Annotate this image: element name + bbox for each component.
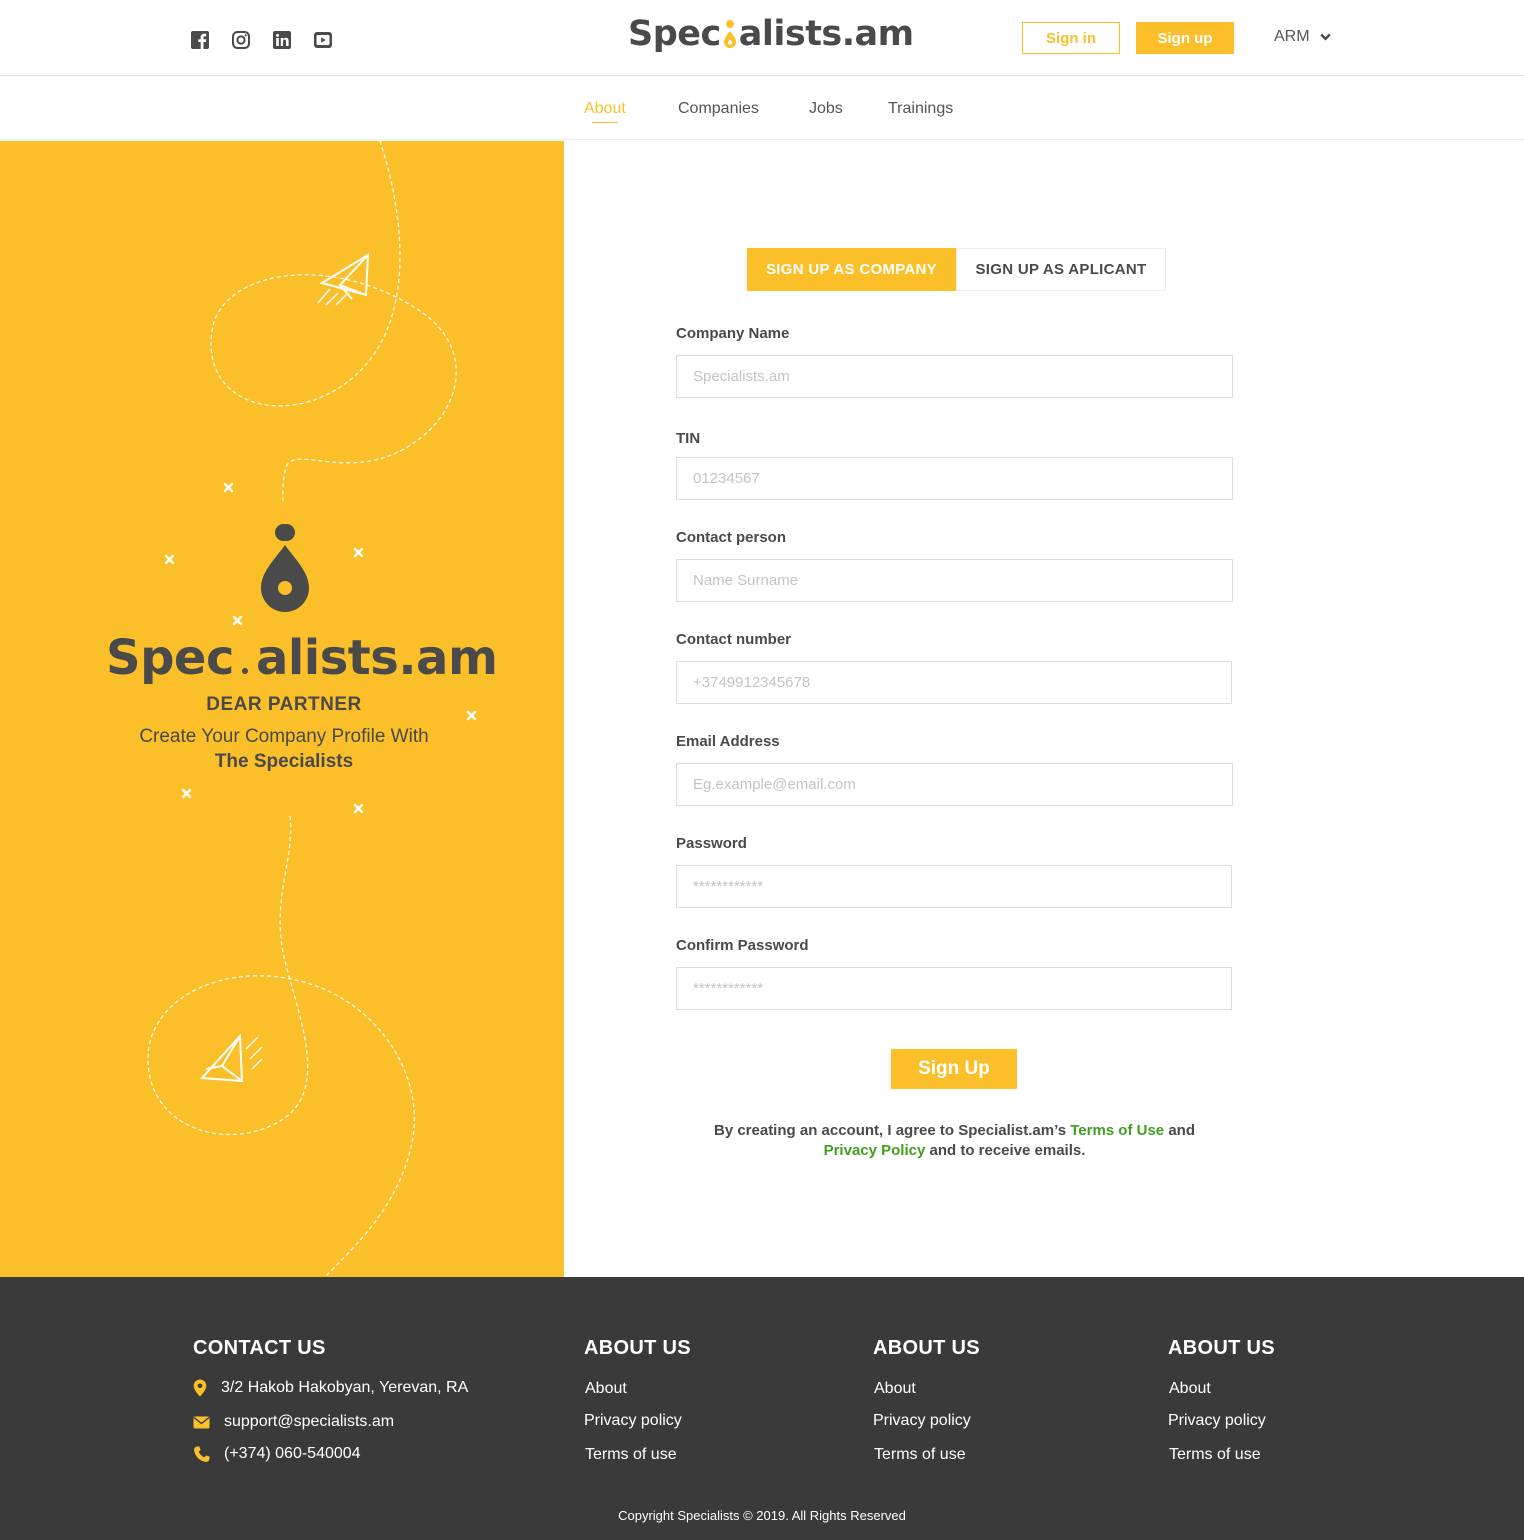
hero-logo: Spec alists.am [106, 630, 498, 686]
company-name-label: Company Name [676, 325, 790, 342]
footer-link-privacy-policy[interactable]: Privacy policy [1168, 1412, 1266, 1430]
footer-about-title-1: ABOUT US [584, 1337, 691, 1359]
footer-link-terms-of-use[interactable]: Terms of use [874, 1446, 966, 1464]
chevron-down-icon [1319, 33, 1331, 41]
agree-text-end: and to receive emails. [925, 1142, 1086, 1159]
logo-text-start: Spec [628, 14, 721, 54]
nav-item-trainings[interactable]: Trainings [888, 100, 953, 118]
location-pin-icon [193, 1379, 207, 1397]
site-logo[interactable]: Spec alists.am [628, 14, 914, 54]
footer-about-title-2: ABOUT US [873, 1337, 980, 1359]
footer-address: 3/2 Hakob Hakobyan, Yerevan, RA [193, 1379, 468, 1397]
facebook-icon[interactable] [190, 30, 210, 50]
language-selector[interactable]: ARM [1274, 28, 1331, 46]
email-input[interactable] [676, 763, 1233, 806]
signup-type-tabs: SIGN UP AS COMPANY SIGN UP AS APLICANT [747, 248, 1166, 291]
phone-icon [194, 1445, 210, 1462]
youtube-icon[interactable] [313, 30, 333, 50]
top-header: Spec alists.am Sign in Sign up ARM [0, 0, 1524, 76]
footer-email: support@specialists.am [193, 1413, 394, 1431]
contact-person-label: Contact person [676, 529, 787, 546]
nav-about-label: About [584, 100, 626, 117]
terms-agreement-text: By creating an account, I agree to Speci… [676, 1121, 1233, 1161]
hero-logo-start: Spec [106, 630, 234, 686]
tab-signup-company[interactable]: SIGN UP AS COMPANY [747, 248, 956, 291]
footer-link-terms-of-use[interactable]: Terms of use [585, 1446, 677, 1464]
footer-contact-title: CONTACT US [193, 1337, 326, 1359]
logo-drop-icon [721, 18, 739, 48]
brand-drop-icon [261, 524, 309, 612]
agree-text-mid: and [1164, 1122, 1195, 1139]
email-text[interactable]: support@specialists.am [224, 1413, 394, 1431]
footer-phone: (+374) 060-540004 [193, 1445, 361, 1463]
hero-subtitle-bold: The Specialists [214, 751, 354, 772]
address-text: 3/2 Hakob Hakobyan, Yerevan, RA [221, 1379, 469, 1396]
footer-link-about[interactable]: About [1169, 1380, 1211, 1398]
nav-item-about[interactable]: About [584, 100, 626, 123]
hero-panel: Spec alists.am DEAR PARTNER Create Your C… [0, 141, 564, 1277]
hero-logo-end: alists.am [255, 630, 498, 686]
main-nav: About Companies Jobs Trainings [0, 77, 1524, 140]
tin-input[interactable] [676, 457, 1233, 500]
linkedin-icon[interactable] [272, 30, 292, 50]
sign-up-button[interactable]: Sign up [1136, 22, 1234, 54]
tin-label: TIN [676, 430, 701, 447]
active-underline [592, 122, 618, 123]
footer-link-terms-of-use[interactable]: Terms of use [1169, 1446, 1261, 1464]
privacy-policy-link[interactable]: Privacy Policy [824, 1142, 926, 1159]
nav-item-companies[interactable]: Companies [678, 100, 759, 118]
footer-link-about[interactable]: About [585, 1380, 627, 1398]
footer-link-about[interactable]: About [874, 1380, 916, 1398]
confirm-password-input[interactable] [676, 967, 1232, 1010]
phone-text[interactable]: (+374) 060-540004 [224, 1445, 361, 1463]
social-links [190, 30, 333, 50]
copyright-text: Copyright Specialists © 2019. All Rights… [618, 1508, 906, 1523]
footer-link-privacy-policy[interactable]: Privacy policy [584, 1412, 682, 1430]
instagram-icon[interactable] [231, 30, 251, 50]
email-label: Email Address [676, 733, 780, 750]
nav-item-jobs[interactable]: Jobs [809, 100, 843, 118]
sign-in-button[interactable]: Sign in [1022, 22, 1120, 54]
terms-of-use-link[interactable]: Terms of Use [1070, 1122, 1164, 1139]
contact-number-label: Contact number [676, 631, 792, 648]
hero-subtitle: Create Your Company Profile With [139, 726, 429, 747]
sign-up-submit-button[interactable]: Sign Up [891, 1049, 1017, 1089]
hero-greeting: DEAR PARTNER [206, 694, 362, 715]
confirm-password-label: Confirm Password [676, 937, 809, 954]
contact-person-input[interactable] [676, 559, 1233, 602]
footer-about-title-3: ABOUT US [1168, 1337, 1275, 1359]
password-input[interactable] [676, 865, 1232, 908]
envelope-icon [193, 1416, 210, 1428]
contact-number-input[interactable] [676, 661, 1232, 704]
agree-text-start: By creating an account, I agree to Speci… [713, 1122, 1071, 1139]
company-name-input[interactable] [676, 355, 1233, 398]
logo-text-end: alists.am [738, 14, 914, 54]
tab-signup-applicant[interactable]: SIGN UP AS APLICANT [956, 248, 1166, 291]
footer: CONTACT US 3/2 Hakob Hakobyan, Yerevan, … [0, 1277, 1524, 1540]
hero-logo-drop-icon [234, 636, 256, 679]
footer-link-privacy-policy[interactable]: Privacy policy [873, 1412, 971, 1430]
password-label: Password [676, 835, 747, 852]
language-label: ARM [1274, 28, 1310, 45]
